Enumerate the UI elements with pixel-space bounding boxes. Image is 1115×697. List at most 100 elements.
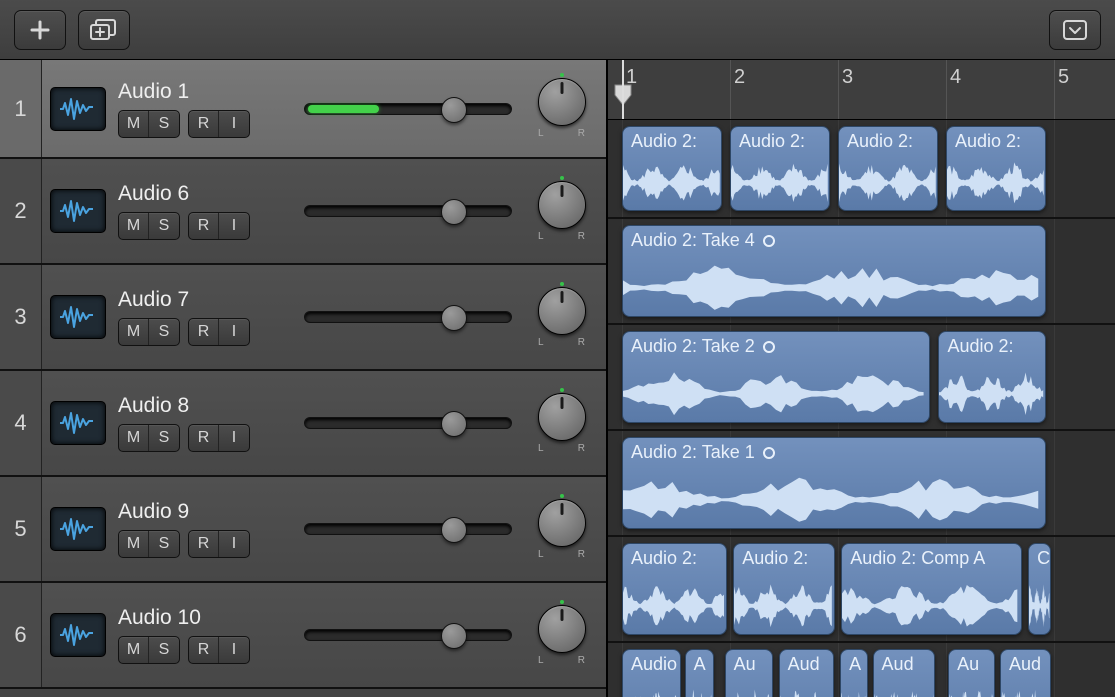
record-enable-button[interactable]: R bbox=[189, 531, 219, 557]
track-lane[interactable]: Audio 2:Audio 2:Audio 2:Audio 2: bbox=[608, 120, 1115, 219]
input-monitor-button[interactable]: I bbox=[219, 637, 249, 663]
track-name[interactable]: Audio 6 bbox=[118, 182, 288, 206]
track-number[interactable]: 5 bbox=[0, 477, 42, 581]
mute-button[interactable]: M bbox=[119, 425, 149, 451]
input-monitor-button[interactable]: I bbox=[219, 531, 249, 557]
bar-ruler[interactable]: 12345 bbox=[608, 60, 1115, 120]
track-header[interactable]: 1 Audio 1 M S R bbox=[0, 60, 606, 159]
mute-button[interactable]: M bbox=[119, 637, 149, 663]
volume-slider[interactable] bbox=[304, 95, 512, 123]
audio-region[interactable]: Au bbox=[725, 649, 774, 697]
loop-indicator-icon bbox=[763, 235, 775, 247]
pan-knob[interactable] bbox=[538, 78, 586, 126]
solo-button[interactable]: S bbox=[149, 319, 179, 345]
audio-region[interactable]: Audio 2: bbox=[730, 126, 830, 211]
volume-slider[interactable] bbox=[304, 621, 512, 649]
audio-region[interactable]: Audio 2: Take 4 bbox=[622, 225, 1046, 317]
mute-button[interactable]: M bbox=[119, 531, 149, 557]
region-label: Audio 2: Take 2 bbox=[631, 336, 775, 357]
mute-button[interactable]: M bbox=[119, 111, 149, 137]
solo-button[interactable]: S bbox=[149, 531, 179, 557]
track-lanes[interactable]: Audio 2:Audio 2:Audio 2:Audio 2:Audio 2:… bbox=[608, 120, 1115, 697]
region-label: Audio 2: bbox=[631, 131, 697, 152]
track-number[interactable]: 1 bbox=[0, 60, 42, 157]
record-enable-button[interactable]: R bbox=[189, 425, 219, 451]
track-lane[interactable]: AudioAAuAudAAudAuAud bbox=[608, 643, 1115, 697]
mute-solo-group: M S bbox=[118, 636, 180, 664]
region-label: Audio 2: bbox=[631, 548, 697, 569]
track-name[interactable]: Audio 8 bbox=[118, 394, 288, 418]
track-lane[interactable]: Audio 2: Take 2 Audio 2: bbox=[608, 325, 1115, 431]
solo-button[interactable]: S bbox=[149, 637, 179, 663]
record-enable-button[interactable]: R bbox=[189, 213, 219, 239]
track-header[interactable]: 4 Audio 8 M S R bbox=[0, 371, 606, 477]
record-enable-button[interactable]: R bbox=[189, 111, 219, 137]
audio-region[interactable]: Aud bbox=[1000, 649, 1051, 697]
pan-knob[interactable] bbox=[538, 605, 586, 653]
track-name[interactable]: Audio 7 bbox=[118, 288, 288, 312]
audio-region[interactable]: Audio bbox=[622, 649, 681, 697]
mute-solo-group: M S bbox=[118, 110, 180, 138]
track-lane[interactable]: Audio 2: Take 1 bbox=[608, 431, 1115, 537]
record-enable-button[interactable]: R bbox=[189, 319, 219, 345]
track-type-icon[interactable] bbox=[50, 401, 106, 445]
track-header-config-button[interactable] bbox=[1049, 10, 1101, 50]
audio-region[interactable]: Aud bbox=[873, 649, 936, 697]
mute-button[interactable]: M bbox=[119, 319, 149, 345]
track-type-icon[interactable] bbox=[50, 189, 106, 233]
solo-button[interactable]: S bbox=[149, 111, 179, 137]
pan-knob[interactable] bbox=[538, 181, 586, 229]
track-lane[interactable]: Audio 2:Audio 2:Audio 2: Comp AC bbox=[608, 537, 1115, 643]
volume-slider[interactable] bbox=[304, 197, 512, 225]
input-monitor-button[interactable]: I bbox=[219, 111, 249, 137]
add-track-button[interactable] bbox=[14, 10, 66, 50]
volume-slider[interactable] bbox=[304, 409, 512, 437]
audio-region[interactable]: Audio 2: bbox=[838, 126, 938, 211]
track-number[interactable]: 6 bbox=[0, 583, 42, 687]
audio-region[interactable]: Aud bbox=[779, 649, 834, 697]
input-monitor-button[interactable]: I bbox=[219, 319, 249, 345]
track-header[interactable]: 2 Audio 6 M S R bbox=[0, 159, 606, 265]
audio-region[interactable]: Audio 2: bbox=[946, 126, 1046, 211]
audio-region[interactable]: A bbox=[685, 649, 714, 697]
audio-region[interactable]: Au bbox=[948, 649, 994, 697]
toolbar bbox=[0, 0, 1115, 60]
track-name[interactable]: Audio 9 bbox=[118, 500, 288, 524]
track-header[interactable]: 6 Audio 10 M S R bbox=[0, 583, 606, 689]
track-type-icon[interactable] bbox=[50, 87, 106, 131]
track-name[interactable]: Audio 1 bbox=[118, 80, 288, 104]
audio-region[interactable]: Audio 2: Take 1 bbox=[622, 437, 1046, 529]
pan-knob[interactable] bbox=[538, 499, 586, 547]
volume-slider[interactable] bbox=[304, 303, 512, 331]
track-header[interactable]: 5 Audio 9 M S R bbox=[0, 477, 606, 583]
duplicate-track-button[interactable] bbox=[78, 10, 130, 50]
track-lane[interactable]: Audio 2: Take 4 bbox=[608, 219, 1115, 325]
record-enable-button[interactable]: R bbox=[189, 637, 219, 663]
audio-region[interactable]: Audio 2: bbox=[622, 543, 727, 635]
audio-region[interactable]: C bbox=[1028, 543, 1051, 635]
track-number[interactable]: 4 bbox=[0, 371, 42, 475]
track-type-icon[interactable] bbox=[50, 295, 106, 339]
audio-region[interactable]: Audio 2: Comp A bbox=[841, 543, 1021, 635]
pan-knob[interactable] bbox=[538, 393, 586, 441]
input-monitor-button[interactable]: I bbox=[219, 425, 249, 451]
track-number[interactable]: 2 bbox=[0, 159, 42, 263]
audio-region[interactable]: Audio 2: bbox=[733, 543, 835, 635]
solo-button[interactable]: S bbox=[149, 213, 179, 239]
mute-button[interactable]: M bbox=[119, 213, 149, 239]
track-header[interactable]: 3 Audio 7 M S R bbox=[0, 265, 606, 371]
audio-region[interactable]: Audio 2: Take 2 bbox=[622, 331, 930, 423]
new-track-stack-icon bbox=[90, 19, 118, 41]
audio-region[interactable]: Audio 2: bbox=[938, 331, 1046, 423]
pan-knob[interactable] bbox=[538, 287, 586, 335]
track-number[interactable]: 3 bbox=[0, 265, 42, 369]
track-type-icon[interactable] bbox=[50, 613, 106, 657]
track-type-icon[interactable] bbox=[50, 507, 106, 551]
audio-region[interactable]: Audio 2: bbox=[622, 126, 722, 211]
solo-button[interactable]: S bbox=[149, 425, 179, 451]
track-name[interactable]: Audio 10 bbox=[118, 606, 288, 630]
input-monitor-button[interactable]: I bbox=[219, 213, 249, 239]
audio-region[interactable]: A bbox=[840, 649, 868, 697]
ruler-bar-label: 2 bbox=[734, 66, 745, 89]
volume-slider[interactable] bbox=[304, 515, 512, 543]
